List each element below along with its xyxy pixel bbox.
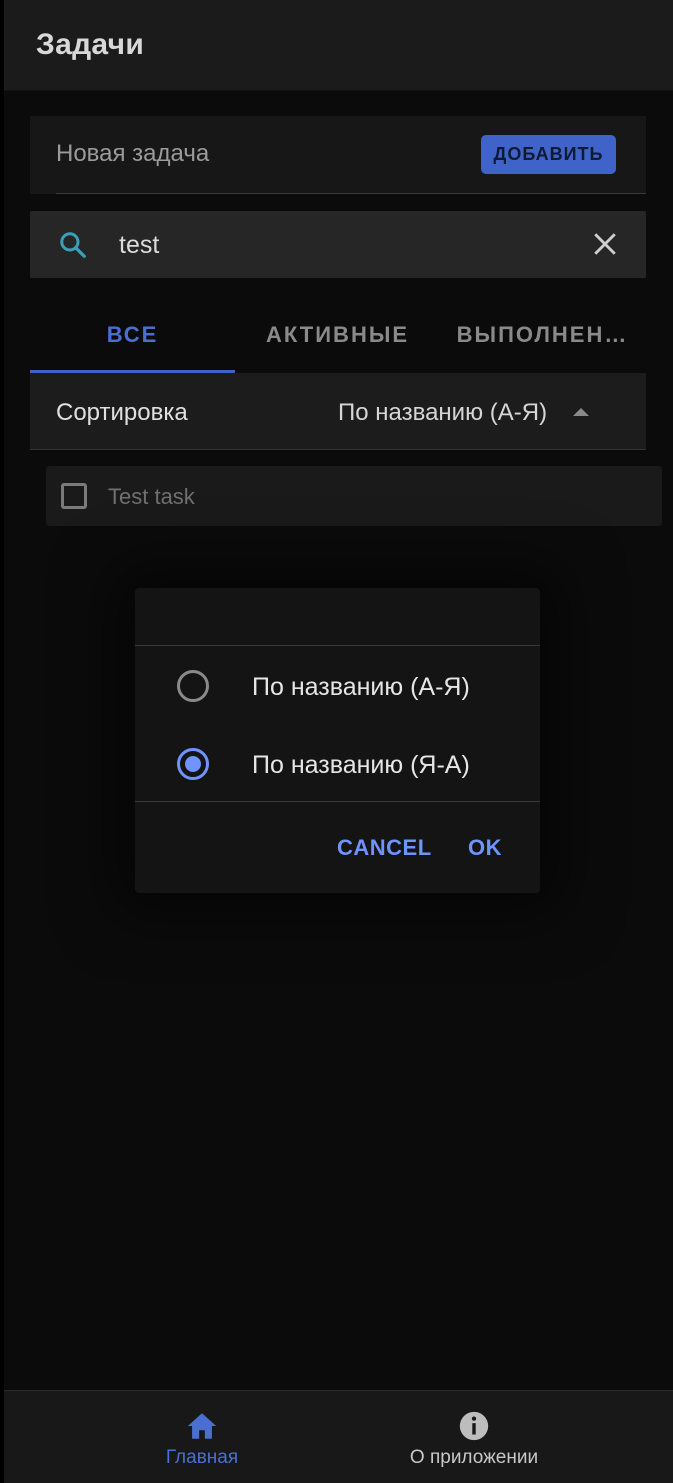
search-input[interactable]: test: [119, 231, 159, 260]
tab-active[interactable]: АКТИВНЫЕ: [235, 296, 440, 373]
sort-option-az[interactable]: По названию (А-Я): [135, 651, 540, 721]
sort-dialog: CANCEL OK По названию (А-Я) По названию (…: [135, 588, 540, 893]
app-bar: Задачи: [4, 0, 673, 91]
info-icon: [459, 1411, 489, 1441]
close-icon[interactable]: [592, 231, 618, 257]
sort-option-za[interactable]: По названию (Я-А): [135, 729, 540, 799]
sort-selector[interactable]: Сортировка По названию (А-Я): [30, 373, 646, 450]
task-checkbox[interactable]: [61, 483, 87, 509]
search-bar: test: [30, 211, 646, 278]
sort-option-label: По названию (А-Я): [252, 673, 470, 701]
nav-item-home[interactable]: Главная: [52, 1391, 352, 1483]
nav-label-home: Главная: [165, 1447, 239, 1468]
ok-button[interactable]: OK: [468, 835, 502, 861]
radio-unchecked-icon[interactable]: [177, 670, 209, 702]
sort-option-label: По названию (Я-А): [252, 751, 470, 779]
bottom-navigation: Главная О приложении: [4, 1390, 673, 1483]
tab-completed[interactable]: ВЫПОЛНЕН…: [440, 296, 645, 373]
caret-up-icon: [573, 408, 589, 416]
new-task-input[interactable]: Новая задача: [56, 140, 209, 168]
page-title: Задачи: [36, 28, 145, 61]
input-underline: [56, 193, 646, 194]
tab-all[interactable]: ВСЕ: [30, 296, 235, 373]
divider: [135, 801, 540, 802]
sort-label: Сортировка: [56, 399, 188, 426]
search-icon[interactable]: [58, 230, 88, 260]
radio-checked-icon[interactable]: [177, 748, 209, 780]
nav-label-about: О приложении: [409, 1447, 539, 1468]
cancel-button[interactable]: CANCEL: [337, 835, 432, 861]
home-icon: [187, 1413, 217, 1439]
filter-tabs: ВСЕ АКТИВНЫЕ ВЫПОЛНЕН…: [30, 296, 646, 373]
divider: [30, 449, 646, 450]
divider: [135, 645, 540, 646]
app-screen: Задачи Новая задача ДОБАВИТЬ test ВСЕ АК…: [4, 0, 673, 1483]
nav-item-about[interactable]: О приложении: [324, 1391, 624, 1483]
list-item[interactable]: Test task: [46, 466, 662, 526]
add-task-button[interactable]: ДОБАВИТЬ: [481, 135, 616, 174]
task-label: Test task: [108, 484, 195, 509]
sort-value[interactable]: По названию (А-Я): [338, 399, 547, 427]
new-task-panel: Новая задача ДОБАВИТЬ: [30, 116, 646, 194]
